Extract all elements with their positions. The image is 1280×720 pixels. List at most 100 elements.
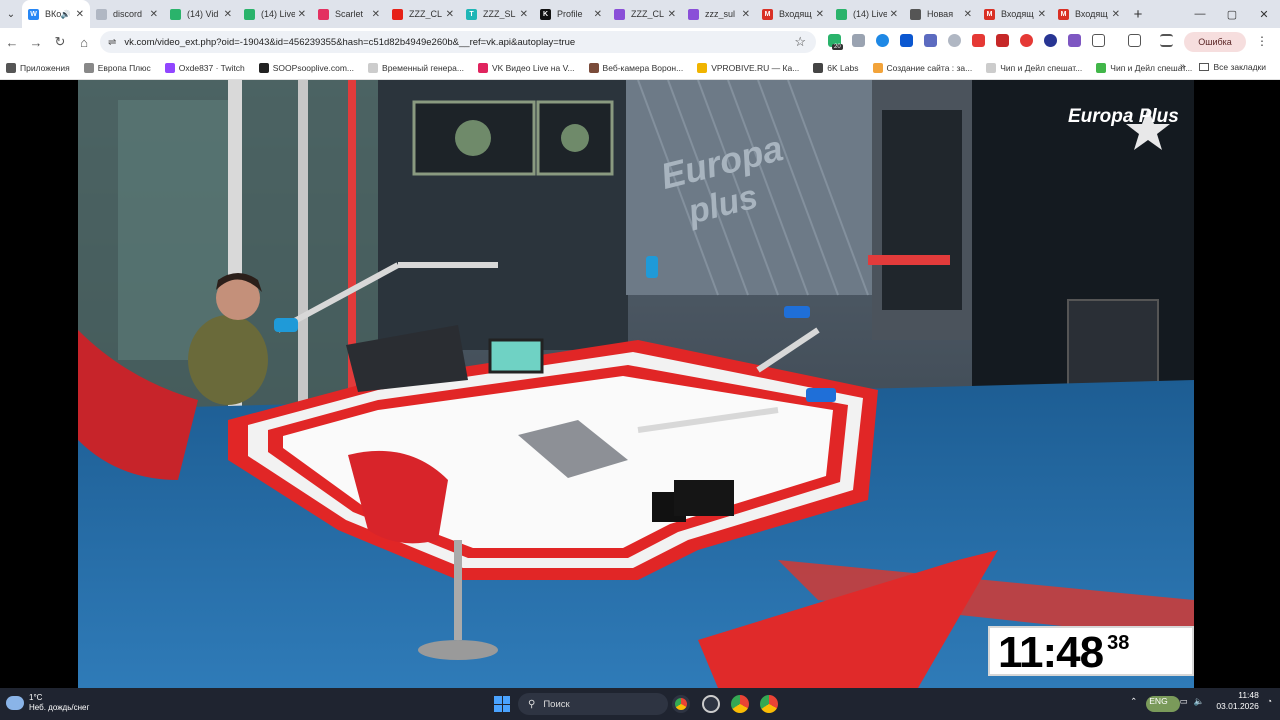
tab-close-icon[interactable]: ✕ [964, 9, 972, 20]
bookmark-item[interactable]: Приложения [6, 62, 70, 73]
browser-tab[interactable]: (14) Live ✕ [238, 0, 312, 28]
tab-close-icon[interactable]: ✕ [890, 9, 898, 20]
tab-audio-icon[interactable]: 🔊 [61, 10, 71, 19]
bookmark-item[interactable]: Создание сайта : за... [872, 62, 972, 73]
tab-title: (14) Live [261, 9, 295, 19]
site-info-icon[interactable]: ⇌ [108, 37, 116, 48]
extension-icon[interactable] [852, 34, 865, 47]
home-icon[interactable]: ⌂ [72, 35, 96, 50]
bookmark-item[interactable]: Oxde837 · Twitch [164, 62, 245, 73]
browser-tab[interactable]: zzz_sul ✕ [682, 0, 756, 28]
network-icon[interactable]: ▭ [1180, 696, 1188, 707]
bookmark-item[interactable]: VK Видео Live на V... [477, 62, 575, 73]
bookmark-item[interactable]: Европа Плюс [83, 62, 151, 73]
bookmark-item[interactable]: 6K Labs [813, 62, 859, 73]
browser-tab[interactable]: K Profile ✕ [534, 0, 608, 28]
clock-time: 11:48 [998, 628, 1104, 677]
bookmark-item[interactable]: Веб-камера Ворон... [588, 62, 684, 73]
extensions-puzzle-icon[interactable] [1092, 34, 1105, 47]
language-indicator[interactable]: ENG [1149, 696, 1167, 706]
bookmark-item[interactable]: SOOPsooplive.com... [258, 62, 354, 73]
bookmark-item[interactable]: Временный генера... [368, 62, 464, 73]
more-bookmarks-icon[interactable]: » [1180, 61, 1186, 72]
extension-icon[interactable] [1044, 34, 1057, 47]
bookmark-item[interactable]: Чип и Дейл спешат... [986, 62, 1082, 73]
browser-tab[interactable]: (14) Vid ✕ [164, 0, 238, 28]
tab-title: Входящ [779, 9, 812, 19]
chevron-up-icon[interactable]: ⌃ [1130, 696, 1137, 707]
app-taskbar-icon[interactable] [702, 695, 720, 713]
chrome-taskbar-icon[interactable] [760, 695, 778, 713]
bookmark-item[interactable]: Чип и Дейл спешат... [1096, 62, 1192, 73]
extension-icon[interactable] [900, 34, 913, 47]
extension-icon[interactable] [1068, 34, 1081, 47]
tab-close-icon[interactable]: ✕ [150, 9, 158, 20]
translate-icon[interactable] [924, 34, 937, 47]
tab-close-icon[interactable]: ✕ [1038, 9, 1046, 20]
tab-close-icon[interactable]: ✕ [446, 9, 454, 20]
browser-tab[interactable]: W ВКо 🔊 ✕ [22, 0, 90, 28]
search-label: Поиск [543, 698, 570, 710]
close-window-icon[interactable]: ✕ [1248, 0, 1280, 28]
tab-favicon-icon: M [984, 8, 995, 20]
extension-icon[interactable] [1020, 34, 1033, 47]
all-bookmarks[interactable]: » Все закладки [1180, 61, 1266, 72]
browser-tab[interactable]: ZZZ_CL ✕ [608, 0, 682, 28]
new-tab-button[interactable]: + [1126, 6, 1150, 23]
minimize-icon[interactable]: — [1184, 0, 1216, 28]
start-button[interactable] [494, 696, 510, 712]
screenshot-icon[interactable] [1128, 34, 1141, 47]
extension-icon[interactable] [972, 34, 985, 47]
taskbar-clock[interactable]: 11:48 03.01.2026 [1216, 690, 1259, 712]
browser-tab[interactable]: T ZZZ_SL ✕ [460, 0, 534, 28]
video-player[interactable]: Europa plus Europa Plus [78, 80, 1194, 688]
extension-icon[interactable] [876, 34, 889, 47]
reload-icon[interactable]: ↻ [48, 34, 72, 50]
browser-tab[interactable]: Scarlet ✕ [312, 0, 386, 28]
maximize-icon[interactable]: ▢ [1216, 0, 1248, 28]
tab-close-icon[interactable]: ✕ [668, 9, 676, 20]
bookmark-icon [258, 62, 269, 73]
browser-tab[interactable]: ZZZ_CL ✕ [386, 0, 460, 28]
tab-close-icon[interactable]: ✕ [742, 9, 750, 20]
bookmark-icon [1096, 62, 1107, 73]
notification-bell-icon[interactable]: ◔ [1267, 696, 1272, 706]
bookmark-icon [6, 62, 16, 73]
browser-tab[interactable]: (14) Live ✕ [830, 0, 904, 28]
weather-widget[interactable]: 1°C Неб. дождь/снег [6, 693, 89, 713]
browser-tab[interactable]: Новая ✕ [904, 0, 978, 28]
tab-close-icon[interactable]: ✕ [76, 9, 84, 20]
profile-error-label: Ошибка [1198, 37, 1232, 47]
browser-tab[interactable]: M Входящ ✕ [1052, 0, 1126, 28]
tab-search-icon[interactable]: ⌄ [0, 0, 22, 28]
forward-icon[interactable]: → [24, 35, 48, 50]
address-bar[interactable]: ⇌ vk.com/video_ext.php?oid=-19043&id=456… [100, 31, 816, 53]
bookmark-label: Веб-камера Ворон... [602, 62, 684, 73]
tab-close-icon[interactable]: ✕ [224, 9, 232, 20]
back-icon[interactable]: ← [0, 35, 24, 50]
browser-tab[interactable]: M Входящ ✕ [756, 0, 830, 28]
tab-close-icon[interactable]: ✕ [298, 9, 306, 20]
browser-tab[interactable]: discord ✕ [90, 0, 164, 28]
bookmark-label: Приложения [20, 62, 70, 73]
bookmark-item[interactable]: VPROBIVE.RU — Ка... [697, 62, 799, 73]
extension-icon[interactable] [948, 34, 961, 47]
station-logo: Europa Plus [1068, 106, 1179, 127]
tab-title: (14) Live [853, 9, 887, 19]
profile-error-button[interactable]: Ошибка [1184, 32, 1246, 52]
browser-tab[interactable]: M Входящ ✕ [978, 0, 1052, 28]
tab-close-icon[interactable]: ✕ [372, 9, 380, 20]
chrome-taskbar-icon[interactable] [672, 695, 690, 713]
tab-close-icon[interactable]: ✕ [594, 9, 602, 20]
pdf-icon[interactable] [996, 34, 1009, 47]
tab-close-icon[interactable]: ✕ [816, 9, 824, 20]
browser-menu-icon[interactable]: ⋮ [1256, 34, 1268, 48]
taskbar-search[interactable]: ⚲ Поиск [518, 693, 1180, 715]
reading-list-icon[interactable] [1160, 34, 1173, 47]
chrome-taskbar-icon[interactable] [731, 695, 749, 713]
volume-icon[interactable]: 🔈 [1194, 696, 1205, 707]
tab-favicon-icon [318, 8, 329, 20]
tab-close-icon[interactable]: ✕ [520, 9, 528, 20]
tab-close-icon[interactable]: ✕ [1112, 9, 1120, 20]
bookmark-star-icon[interactable]: ☆ [794, 34, 806, 50]
